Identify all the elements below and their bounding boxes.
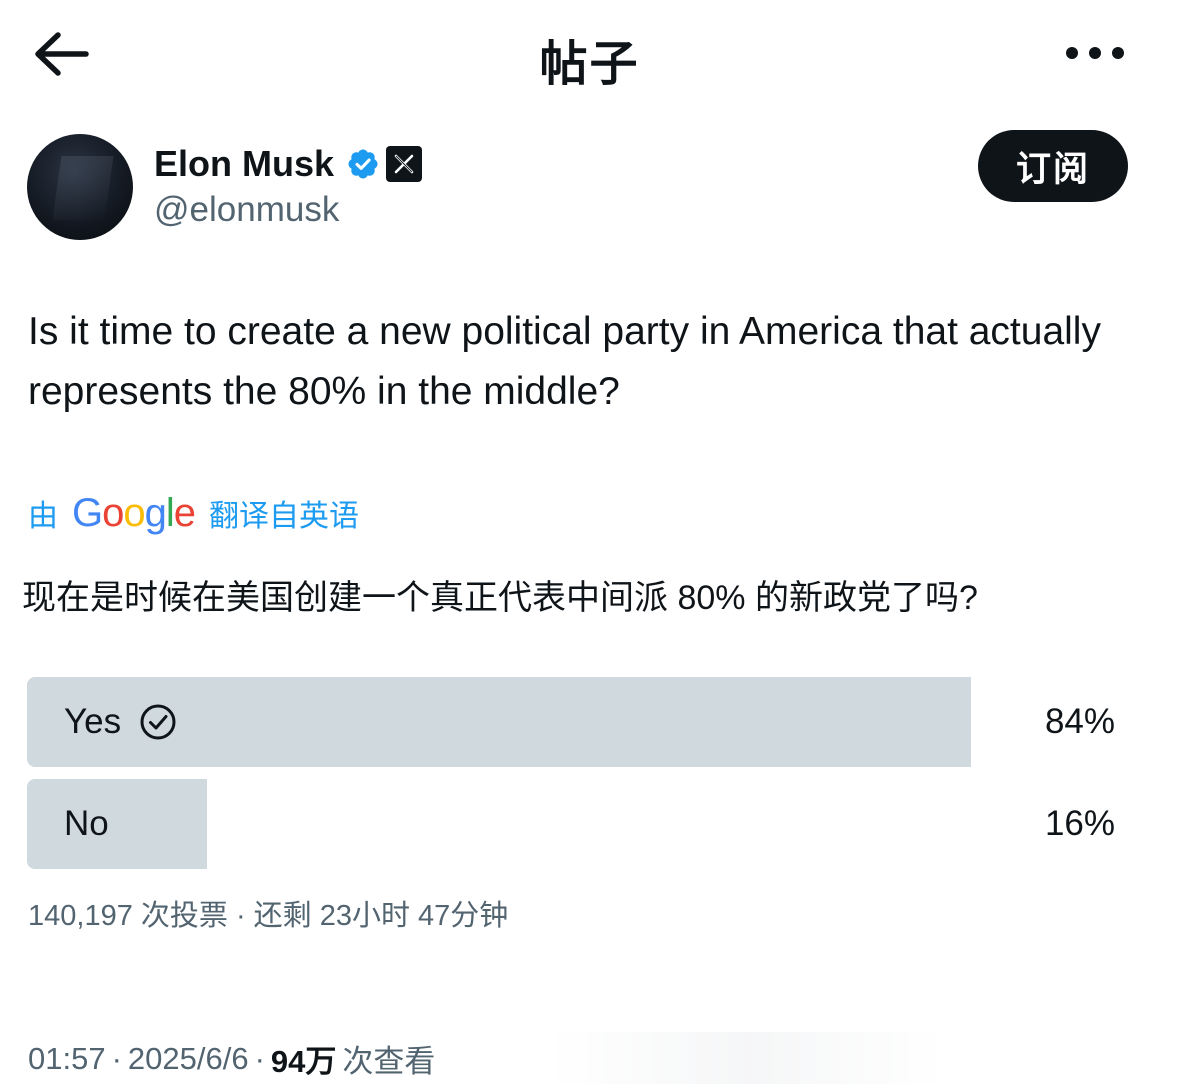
separator-dot: ·	[111, 1040, 122, 1076]
watermark-overlay	[470, 1032, 1030, 1084]
x-logo-icon[interactable]	[386, 146, 423, 182]
poll-option-text: No	[64, 804, 109, 843]
author-handle[interactable]: @elonmusk	[154, 190, 339, 230]
poll-option-label: Yes	[64, 677, 177, 767]
subscribe-button[interactable]: 订阅	[978, 130, 1128, 202]
poll-vote-summary: 140,197 次投票 · 还剩 23小时 47分钟	[28, 900, 509, 932]
poll-option-percent: 84%	[1044, 702, 1115, 741]
author-name-row: Elon Musk	[154, 142, 423, 186]
post-date[interactable]: 2025/6/6	[128, 1041, 249, 1077]
more-options-button[interactable]	[1062, 36, 1128, 70]
page-title: 帖子	[539, 38, 640, 91]
separator-dot: ·	[254, 1040, 265, 1076]
poll: Yes 84% No 16%	[27, 677, 1137, 881]
translated-text: 现在是时候在美国创建一个真正代表中间派 80% 的新政党了吗?	[22, 579, 978, 617]
views-count: 94万	[270, 1044, 337, 1079]
post-time[interactable]: 01:57	[28, 1041, 106, 1077]
verified-badge-icon[interactable]	[346, 147, 380, 181]
poll-option-text: Yes	[64, 702, 122, 741]
translation-source-link[interactable]: 翻译自英语	[209, 491, 359, 535]
top-bar: 帖子	[0, 0, 1179, 110]
poll-bar-no	[27, 779, 207, 869]
author-name[interactable]: Elon Musk	[154, 143, 334, 185]
google-logo: Google	[72, 490, 196, 535]
poll-option-percent: 16%	[1044, 804, 1115, 843]
poll-option-yes[interactable]: Yes 84%	[27, 677, 1137, 767]
tweet-text: Is it time to create a new political par…	[28, 310, 1101, 413]
poll-option-no[interactable]: No 16%	[27, 779, 1137, 869]
translation-attribution: 由 Google 翻译自英语	[28, 488, 359, 538]
avatar[interactable]	[27, 134, 133, 240]
check-circle-icon	[140, 704, 176, 740]
poll-option-label: No	[64, 779, 109, 869]
views-label: 次查看	[342, 1044, 436, 1079]
post-meta: 01:57 · 2025/6/6 · 94万 次查看	[28, 1036, 435, 1081]
translation-by-label: 由	[28, 500, 58, 533]
post-page: 帖子 Elon Musk @elonmusk 订阅 Is it time to …	[0, 0, 1179, 1092]
more-horizontal-icon	[1066, 47, 1124, 59]
